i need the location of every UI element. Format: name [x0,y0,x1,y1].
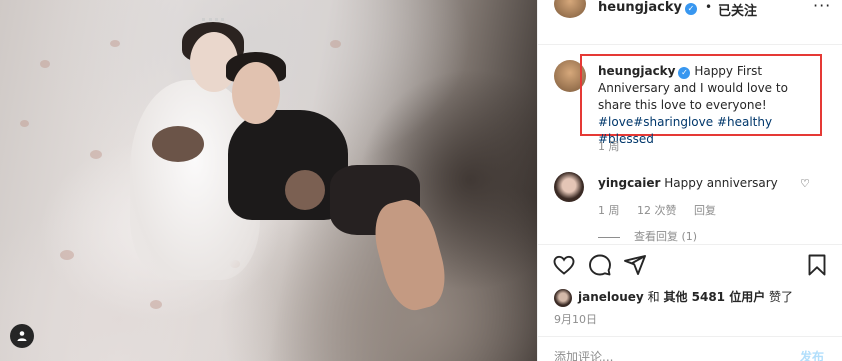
photo-dog [285,170,325,210]
photo-dog [152,126,204,162]
photo-face [232,62,280,124]
photo-detail [20,120,29,127]
post-photo[interactable] [0,0,537,361]
photo-detail [60,250,74,260]
replies-line [598,236,620,238]
post-comment-button[interactable]: 发布 [800,348,824,361]
post-sidebar: heungjacky ✓ • 已关注 ··· heungjacky ✓ Happy … [537,0,842,361]
likes-others[interactable]: 其他 5481 位用户 [663,290,765,304]
comment-input[interactable]: 添加评论... [554,348,613,361]
separator-dot: • [705,0,713,14]
action-bar [552,253,832,281]
following-button[interactable]: 已关注 [718,0,757,19]
photo-detail [90,150,102,159]
caption-hashtags[interactable]: #love#sharinglove #healthy #blessed [598,115,772,146]
author-avatar[interactable] [554,0,586,18]
post-header: heungjacky ✓ • 已关注 ··· [538,0,842,19]
caption-username[interactable]: heungjacky [598,64,675,78]
bookmark-icon[interactable] [806,253,828,277]
user-tag-icon-glyph [17,331,27,341]
liker-username[interactable]: janelouey [578,290,644,304]
comment-time[interactable]: 1 周 [598,204,620,217]
likes-conjunction: 和 [647,290,660,304]
heart-icon[interactable] [552,253,576,277]
photo-detail [330,40,341,48]
more-icon[interactable]: ··· [813,0,831,15]
comment-likes[interactable]: 12 次赞 [637,204,677,217]
view-replies[interactable]: 查看回复 (1) [598,228,697,244]
comment-meta: 1 周 12 次赞 回复 [598,202,730,218]
post-date[interactable]: 9月10日 [554,311,597,327]
divider [538,336,842,337]
share-icon[interactable] [623,253,647,277]
view-replies-label[interactable]: 查看回复 (1) [634,230,697,243]
likes-summary: janelouey 和 其他 5481 位用户 赞了 [554,288,793,307]
verified-badge-icon: ✓ [684,3,697,15]
reply-button[interactable]: 回复 [694,204,716,217]
author-username[interactable]: heungjacky ✓ [598,0,697,15]
comment-icon[interactable] [588,253,612,277]
author-username-text[interactable]: heungjacky [598,0,682,15]
likes-suffix: 赞了 [769,290,794,304]
commenter-username[interactable]: yingcaier [598,176,660,190]
comment-text-block: yingcaier Happy anniversary [598,176,778,190]
photo-leg [366,194,454,316]
caption-time[interactable]: 1 周 [598,138,620,154]
like-comment-icon[interactable]: ♡ [800,177,810,190]
comment-text: Happy anniversary [664,176,778,190]
photo-detail [40,60,50,68]
divider [538,44,842,45]
divider [538,244,842,245]
commenter-avatar[interactable] [554,172,584,202]
verified-badge-icon: ✓ [678,67,691,79]
photo-tiara [202,18,224,26]
caption-text-block: heungjacky ✓ Happy First Anniversary and … [598,63,820,148]
user-tag-icon[interactable] [10,324,34,348]
photo-detail [110,40,120,47]
photo-detail [150,300,162,309]
liker-avatar[interactable] [554,288,572,307]
